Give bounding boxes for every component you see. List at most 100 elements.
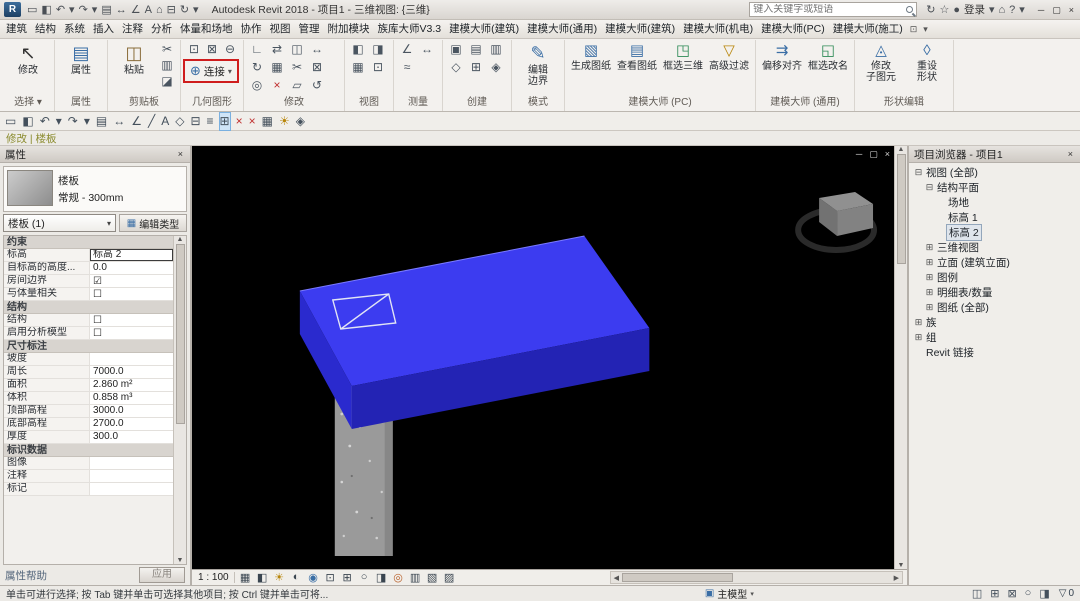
checkbox-unchecked[interactable]: ☐ [93, 328, 102, 339]
properties-button[interactable]: ▤属性 [59, 41, 103, 76]
search-icon[interactable] [906, 6, 913, 13]
tree-item[interactable]: 场地 [909, 195, 1080, 210]
split-face-icon[interactable]: ⊖ [221, 41, 239, 57]
pin-icon[interactable]: ◎ [248, 77, 266, 93]
param-value[interactable] [90, 457, 173, 469]
advanced-filter-button[interactable]: ▽高级过滤 [707, 41, 751, 72]
render-icon[interactable]: ◉ [306, 571, 321, 584]
ribbon-tab-5[interactable]: 注释 [118, 20, 147, 39]
ribbon-tab-2[interactable]: 结构 [31, 20, 60, 39]
redo-caret-icon[interactable]: ▾ [90, 1, 100, 19]
dimension-icon[interactable]: ≈ [398, 59, 416, 75]
scroll-down-icon[interactable]: ▼ [898, 562, 905, 569]
redo-icon[interactable]: ↷ [68, 113, 78, 130]
undo-caret-icon[interactable]: ▾ [67, 1, 77, 19]
ribbon-tab-10[interactable]: 管理 [295, 20, 324, 39]
ribbon-tab-3[interactable]: 系统 [60, 20, 89, 39]
undo-caret-icon[interactable]: ▾ [56, 113, 62, 130]
create-parts-icon[interactable]: ⊞ [467, 59, 485, 75]
print-icon[interactable]: ▤ [96, 113, 107, 130]
redo-icon[interactable]: ↷ [77, 1, 90, 19]
generate-sheets-button[interactable]: ▧生成图纸 [569, 41, 613, 72]
print-icon[interactable]: ▤ [99, 1, 113, 19]
trim-icon[interactable]: ⊠ [308, 59, 326, 75]
qat-caret-icon[interactable]: ▾ [191, 1, 201, 19]
press-drag-icon[interactable]: ⊞ [990, 587, 999, 600]
select-underlay-icon[interactable]: ◨ [1039, 587, 1049, 600]
ribbon-tab-15[interactable]: 建模大师(建筑) [601, 20, 679, 39]
param-value[interactable]: 2700.0 [90, 418, 173, 430]
checkbox-unchecked[interactable]: ☐ [93, 315, 102, 326]
exchange-apps-icon[interactable]: ⌂ [997, 1, 1008, 19]
tree-item[interactable]: ⊞组 [909, 330, 1080, 345]
paste-button[interactable]: ◫粘贴 [112, 41, 156, 76]
ribbon-tab-18[interactable]: 建模大师(施工) [829, 20, 907, 39]
close-button[interactable]: × [1067, 1, 1076, 19]
ribbon-tab-4[interactable]: 插入 [89, 20, 118, 39]
options-icon[interactable]: ◈ [296, 113, 305, 130]
scroll-up-icon[interactable]: ▲ [898, 146, 905, 153]
param-value[interactable]: ☑ [90, 275, 173, 287]
param-value[interactable]: 7000.0 [90, 366, 173, 378]
help-caret-icon[interactable]: ▾ [1017, 1, 1027, 19]
hide-element-icon[interactable]: ◧ [349, 41, 367, 57]
param-value[interactable]: ☐ [90, 314, 173, 326]
measure-icon[interactable]: ↔ [113, 113, 125, 130]
ribbon-tab-14[interactable]: 建模大师(通用) [523, 20, 601, 39]
offset-align-button[interactable]: ⇉偏移对齐 [760, 41, 804, 72]
save-icon[interactable]: ◧ [22, 113, 33, 130]
tree-item[interactable]: 标高 2 [909, 225, 1080, 240]
tree-item[interactable]: ⊟结构平面 [909, 180, 1080, 195]
tag-icon[interactable]: ◇ [175, 113, 184, 130]
match-properties-icon[interactable]: ◪ [158, 73, 176, 89]
background-process-icon[interactable]: ○ [1025, 587, 1032, 600]
array-icon[interactable]: ▦ [268, 59, 286, 75]
scrollbar-thumb[interactable] [622, 573, 733, 582]
editable-only-icon[interactable]: ◫ [972, 587, 982, 600]
shadows-icon[interactable]: ◐ [289, 571, 304, 584]
ribbon-tab-17[interactable]: 建模大师(PC) [757, 20, 829, 39]
delete-icon[interactable]: × [268, 77, 286, 93]
param-value[interactable]: 标高 2 [90, 249, 173, 261]
insulation-icon[interactable]: ◇ [447, 59, 465, 75]
reset-shape-button[interactable]: ◊重设 形状 [905, 41, 949, 83]
scroll-right-icon[interactable]: ▶ [891, 574, 902, 582]
tree-item[interactable]: ⊞三维视图 [909, 240, 1080, 255]
create-assembly-icon[interactable]: ◈ [487, 59, 505, 75]
expand-icon[interactable]: ⊞ [924, 242, 935, 253]
view-sheets-button[interactable]: ▤查看图纸 [615, 41, 659, 72]
close-hidden-views-icon[interactable]: × [249, 113, 256, 130]
floor-slab[interactable] [300, 236, 650, 429]
scrollbar-thumb[interactable] [897, 154, 906, 264]
grid-toggle-icon[interactable]: ⊞ [220, 113, 230, 130]
expand-icon[interactable]: ⊞ [913, 317, 924, 328]
expand-icon[interactable]: ⊞ [924, 257, 935, 268]
param-value[interactable]: 3000.0 [90, 405, 173, 417]
section-icon[interactable]: ⊟ [190, 113, 200, 130]
collapse-icon[interactable]: ⊟ [913, 167, 924, 178]
open-file-icon[interactable]: ▭ [25, 1, 39, 19]
show-crop-icon[interactable]: ⊞ [340, 571, 355, 584]
box-select-3d-button[interactable]: ◳框选三维 [661, 41, 705, 72]
param-value[interactable]: 0.0 [90, 262, 173, 274]
undo-icon[interactable]: ↶ [54, 1, 67, 19]
worksharing-display-icon[interactable]: ▥ [408, 571, 423, 584]
detail-level-icon[interactable]: ▦ [238, 571, 253, 584]
view-cube[interactable] [798, 192, 874, 250]
drawing-area[interactable]: ─▢× ▲ ▼ 1 : 100 ▦◧☀◐◉⊡⊞○◨◎▥▧▨ ◀ ▶ [192, 146, 907, 585]
edit-type-button[interactable]: ▦ 编辑类型 [119, 214, 187, 232]
tree-item[interactable]: ⊟视图 (全部) [909, 165, 1080, 180]
redo-caret-icon[interactable]: ▾ [84, 113, 90, 130]
selection-filter[interactable]: ▽ 0 [1059, 588, 1074, 599]
measure-icon[interactable]: ↔ [114, 1, 129, 19]
param-value[interactable] [90, 353, 173, 365]
ribbon-tab-8[interactable]: 协作 [237, 20, 266, 39]
sync-icon[interactable]: ↻ [178, 1, 191, 19]
offset-icon[interactable]: ⇄ [268, 41, 286, 57]
save-icon[interactable]: ◧ [39, 1, 53, 19]
unhide-element-icon[interactable]: ◨ [369, 41, 387, 57]
scrollbar-thumb[interactable] [176, 244, 185, 424]
tree-item[interactable]: ⊞图纸 (全部) [909, 300, 1080, 315]
open-icon[interactable]: ▭ [5, 113, 16, 130]
type-preview[interactable]: 楼板 常规 - 300mm [3, 166, 187, 212]
